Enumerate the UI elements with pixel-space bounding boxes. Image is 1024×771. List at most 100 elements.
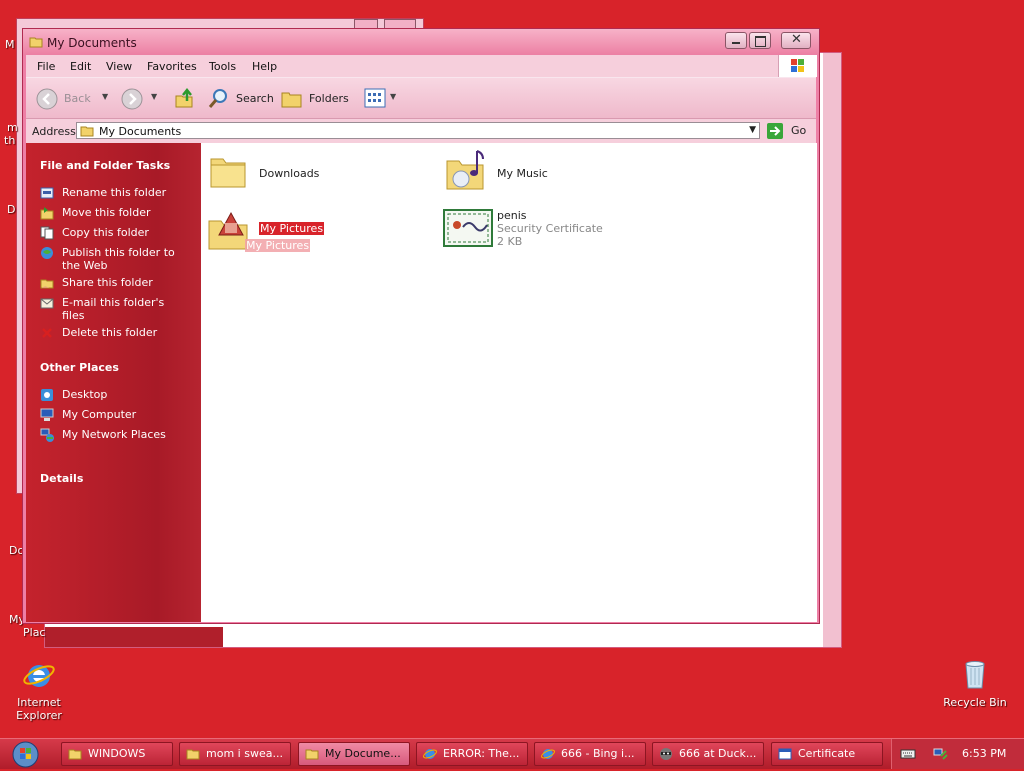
address-dropdown-icon[interactable]: ▼	[749, 125, 756, 135]
keyboard-icon[interactable]	[900, 748, 916, 763]
folder-icon	[186, 747, 200, 761]
desktop-icon-internet-explorer[interactable]: Internet Explorer	[1, 658, 77, 722]
chevron-down-icon: ▼	[151, 92, 158, 101]
address-field[interactable]: My Documents ▼	[76, 122, 760, 139]
file-size: 2 KB	[497, 235, 523, 248]
network-status-icon[interactable]	[932, 746, 948, 765]
file-item-downloads[interactable]: Downloads	[209, 151, 429, 195]
go-button[interactable]: Go	[766, 122, 812, 140]
file-item-my-pictures[interactable]: My Pictures My Pictures	[205, 205, 425, 285]
internet-explorer-icon	[423, 747, 437, 761]
up-folder-icon	[174, 87, 196, 112]
file-name: Downloads	[259, 167, 320, 180]
desktop-icon	[40, 388, 54, 402]
taskbar-button-certificate[interactable]: Certificate	[771, 742, 883, 766]
window-folder-icon	[29, 35, 43, 52]
title-bar[interactable]: My Documents ✕	[23, 29, 819, 55]
search-icon	[208, 87, 230, 112]
back-button[interactable]: Back ▼	[36, 88, 116, 110]
up-folder-button[interactable]	[174, 87, 196, 109]
publish-web-icon	[40, 246, 54, 260]
desktop-icon-recycle-bin[interactable]: Recycle Bin	[937, 658, 1013, 709]
place-desktop[interactable]: Desktop	[40, 388, 190, 401]
maximize-button[interactable]	[749, 32, 771, 49]
task-copy-folder[interactable]: Copy this folder	[40, 226, 190, 240]
folder-icon	[68, 747, 82, 761]
task-move-folder[interactable]: Move this folder	[40, 206, 190, 220]
file-list-area[interactable]: Downloads My Music My Pictures My Pictur…	[201, 143, 817, 622]
clock[interactable]: 6:53 PM	[962, 747, 1006, 760]
my-documents-window[interactable]: My Documents ✕ File Edit View Favorites …	[22, 28, 820, 624]
chevron-down-icon: ▼	[390, 92, 397, 101]
menu-tools[interactable]: Tools	[209, 60, 236, 73]
file-item-certificate[interactable]: penis Security Certificate 2 KB	[443, 205, 683, 255]
desktop-partial-label: Plac	[23, 626, 46, 639]
taskbar-button-error[interactable]: ERROR: The...	[416, 742, 528, 766]
views-grid-icon	[364, 88, 386, 111]
menu-view[interactable]: View	[106, 60, 132, 73]
share-icon	[40, 276, 54, 290]
desktop-partial-label: D	[7, 203, 16, 216]
internet-explorer-icon	[22, 658, 56, 692]
music-folder-icon	[445, 147, 489, 196]
forward-button[interactable]: ▼	[121, 88, 165, 110]
task-rename-folder[interactable]: Rename this folder	[40, 186, 190, 199]
desktop-partial-label: M	[5, 38, 15, 51]
recycle-bin-icon	[958, 658, 992, 692]
window-icon	[778, 747, 792, 761]
menu-favorites[interactable]: Favorites	[147, 60, 197, 73]
folder-icon	[305, 747, 319, 761]
menu-bar: File Edit View Favorites Tools Help	[26, 55, 817, 77]
folder-icon	[209, 151, 249, 194]
start-orb-icon	[12, 741, 39, 771]
desktop-icon-label: Internet Explorer	[16, 696, 62, 722]
menu-file[interactable]: File	[37, 60, 55, 73]
close-button[interactable]: ✕	[781, 32, 811, 49]
task-email-files[interactable]: E-mail this folder's files	[40, 296, 190, 322]
network-places-icon	[40, 428, 54, 442]
taskbar-button-mom[interactable]: mom i swea...	[179, 742, 291, 766]
task-delete-folder[interactable]: Delete this folder	[40, 326, 190, 339]
toolbar: Back ▼ ▼ Search Folders ▼	[26, 77, 816, 118]
folders-button[interactable]: Folders	[281, 87, 353, 109]
move-icon	[40, 206, 54, 220]
rename-icon	[40, 186, 54, 200]
taskbar: WINDOWS mom i swea... My Docume... ERROR…	[0, 738, 1024, 769]
minimize-button[interactable]	[725, 32, 747, 49]
delete-icon	[40, 326, 54, 340]
folders-icon	[281, 89, 303, 112]
taskbar-button-windows[interactable]: WINDOWS	[61, 742, 173, 766]
close-icon: ✕	[791, 32, 802, 47]
copy-icon	[40, 226, 54, 240]
taskbar-button-duckduckgo[interactable]: 666 at Duck...	[652, 742, 764, 766]
place-my-computer[interactable]: My Computer	[40, 408, 190, 421]
menu-edit[interactable]: Edit	[70, 60, 91, 73]
menu-help[interactable]: Help	[252, 60, 277, 73]
address-bar: Address My Documents ▼ Go	[26, 118, 816, 143]
folders-label: Folders	[309, 92, 349, 105]
place-network-places[interactable]: My Network Places	[40, 428, 190, 442]
back-arrow-icon	[36, 88, 58, 113]
internet-explorer-icon	[541, 747, 555, 761]
task-pane: File and Folder Tasks Rename this folder…	[26, 143, 201, 622]
address-value: My Documents	[99, 125, 182, 138]
go-arrow-icon	[766, 122, 784, 143]
start-button[interactable]	[4, 740, 46, 768]
file-name: My Music	[497, 167, 548, 180]
task-publish-web[interactable]: Publish this folder to the Web	[40, 246, 190, 272]
taskbar-button-my-documents[interactable]: My Docume...	[298, 742, 410, 766]
views-button[interactable]: ▼	[364, 87, 400, 109]
other-places-header[interactable]: Other Places	[40, 361, 119, 374]
file-folder-tasks-header[interactable]: File and Folder Tasks	[40, 159, 170, 172]
chevron-down-icon: ▼	[102, 92, 109, 101]
windows-logo-icon	[778, 55, 817, 77]
details-header[interactable]: Details	[40, 472, 83, 485]
system-tray: 6:53 PM	[891, 739, 1024, 769]
file-item-my-music[interactable]: My Music	[445, 147, 665, 195]
search-button[interactable]: Search	[208, 87, 274, 109]
email-icon	[40, 296, 54, 310]
task-share-folder[interactable]: Share this folder	[40, 276, 190, 289]
address-folder-icon	[80, 124, 94, 141]
desktop-icon-label: Recycle Bin	[943, 696, 1007, 709]
taskbar-button-bing[interactable]: 666 - Bing i...	[534, 742, 646, 766]
